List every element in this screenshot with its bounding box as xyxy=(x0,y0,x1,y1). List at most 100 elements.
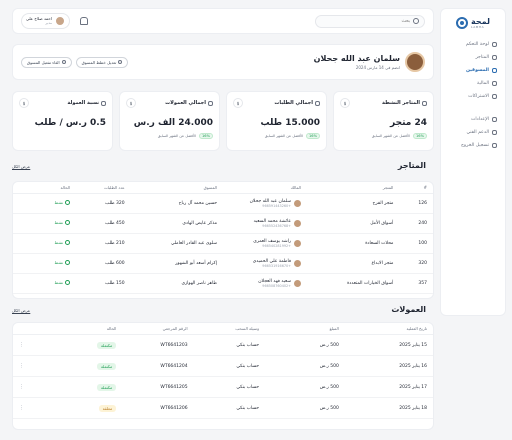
bell-icon[interactable] xyxy=(79,17,88,25)
table-row[interactable]: 15 يناير 2025 500 ر.س حساب بنكي WT6641203 مك… xyxy=(13,334,433,356)
brand-sub: LAMHA xyxy=(471,24,485,29)
stat-value: 0.5 ر.س / طلب xyxy=(34,118,106,128)
owner-phone: +966540281992 xyxy=(262,244,292,249)
status-badge: مكتملة xyxy=(96,362,117,370)
store-name[interactable]: أسواق الخيارات المتعددة xyxy=(307,273,400,294)
page-title: سلمان عبد الله جحلان xyxy=(313,54,400,63)
search-input[interactable] xyxy=(321,18,411,24)
owner: سلمان عبد الله جحلان +966591443260 xyxy=(229,199,302,209)
store-id: 100 xyxy=(399,233,433,254)
stat-title: اجمالي الطلبات xyxy=(274,100,313,106)
status-cell: نشط xyxy=(13,253,77,274)
reference-number: WT6641206 xyxy=(122,397,194,419)
store-name[interactable]: محلات السعادة xyxy=(307,233,400,254)
table-row[interactable]: 357 أسواق الخيارات المتعددة سعيد فهد العجل… xyxy=(13,273,433,294)
stat-badge: $ xyxy=(340,98,350,108)
amount: 500 ر.س xyxy=(265,376,345,398)
sidebar-item-marketers[interactable]: المسوقين xyxy=(447,65,499,76)
change-badge: 16% xyxy=(199,133,213,139)
user-area: احمد صلاح علي مدير xyxy=(21,13,88,29)
more-options-icon[interactable]: ⋮ xyxy=(13,355,35,377)
table-row[interactable]: 320 متجر الابداع فاطمة علي الحميدي +9665319… xyxy=(13,253,433,274)
operation-date: 16 يناير 2025 xyxy=(344,355,433,377)
orders-count: 150 طلب xyxy=(76,273,131,294)
store-icon xyxy=(422,100,427,106)
marketer-profile: سلمان عبد الله جحلان انضم في 14 مارس 202… xyxy=(12,44,434,80)
more-options-icon[interactable]: ⋮ xyxy=(13,334,35,356)
store-name[interactable]: متجر الفرح xyxy=(307,193,400,214)
edit-plans-label: تعديل خطط المسوق xyxy=(81,59,117,65)
stat-card-total-orders: اجمالي الطلبات $ 15.000 طلب 16% الأفضل عن… xyxy=(226,91,327,151)
owner: عائشة محمد السعيد +966552436768 xyxy=(229,219,302,229)
status-badge: نشط xyxy=(54,280,71,285)
sidebar-item-finance[interactable]: المالية xyxy=(447,78,499,89)
stat-note: الأفضل عن الشهر السابق xyxy=(371,134,410,138)
stats-row: المتاجر النشطة $ 24 متجر 16% الأفضل عن ال… xyxy=(12,91,434,151)
status-badge: مكتملة xyxy=(96,383,117,391)
sidebar-item-dashboard[interactable]: لوحة التحكم xyxy=(447,39,499,50)
user-menu[interactable]: احمد صلاح علي مدير xyxy=(21,13,70,29)
status-label: نشط xyxy=(54,260,64,265)
store-icon xyxy=(492,55,497,60)
column-header: # xyxy=(399,182,433,194)
percent-icon xyxy=(101,100,106,106)
status-cell: مكتملة xyxy=(34,334,123,356)
avatar xyxy=(294,200,302,207)
owner-cell: راشد يوسف العمري +966540281992 xyxy=(223,233,308,254)
table-row[interactable]: 100 محلات السعادة راشد يوسف العمري +9665402… xyxy=(13,233,433,254)
sidebar-item-stores[interactable]: المتاجر xyxy=(447,52,499,63)
commissions-table: تاريخ العملية المبلغ وسيلة السحب الرقم ا… xyxy=(12,322,434,430)
column-header: وسيلة السحب xyxy=(193,323,266,335)
deactivate-label: الغاء تفعيل المسوق xyxy=(27,59,60,65)
table-row[interactable]: 126 متجر الفرح سلمان عبد الله جحلان +966591… xyxy=(13,193,433,214)
edit-icon xyxy=(118,60,123,64)
sidebar-item-logout[interactable]: تسجيل الخروج xyxy=(447,140,499,151)
sidebar-item-label: المتاجر xyxy=(475,55,490,60)
stores-section-title: المتاجر xyxy=(397,161,426,170)
table-header-row: # المتجر المالك المسوق عدد الطلبات الحال… xyxy=(13,182,433,194)
column-header: الحالة xyxy=(13,182,77,194)
owner-info: عائشة محمد السعيد +966552436768 xyxy=(254,219,291,229)
deactivate-button[interactable]: الغاء تفعيل المسوق xyxy=(21,56,72,68)
stores-show-all-link[interactable]: عرض الكل xyxy=(12,164,30,169)
join-date: انضم في 14 مارس 2024 xyxy=(355,65,400,70)
brand-logo[interactable]: لمحة LAMHA xyxy=(447,17,499,29)
table-row[interactable]: 240 أسواق الأمل عائشة محمد السعيد +96655243… xyxy=(13,213,433,234)
coin-icon xyxy=(208,100,213,106)
edit-plans-button[interactable]: تعديل خطط المسوق xyxy=(75,56,129,68)
gear-icon xyxy=(492,117,497,122)
orders-count: 320 طلب xyxy=(76,193,131,214)
sidebar-item-label: الدعم الفني xyxy=(466,130,489,135)
status-badge: نشط xyxy=(54,260,71,265)
avatar xyxy=(294,220,302,227)
owner-phone: +966591443260 xyxy=(262,204,292,209)
sidebar-item-label: الإعدادات xyxy=(471,117,489,122)
status-label: نشط xyxy=(54,280,64,285)
column-header: الحالة xyxy=(34,323,123,335)
orders-count: 600 طلب xyxy=(76,253,131,274)
table-header-row: تاريخ العملية المبلغ وسيلة السحب الرقم ا… xyxy=(13,323,433,335)
sidebar-item-support[interactable]: الدعم الفني xyxy=(447,127,499,138)
marketer-name: مذكر عايض الهادي xyxy=(130,213,224,234)
more-options-icon[interactable]: ⋮ xyxy=(13,397,35,419)
store-name[interactable]: أسواق الأمل xyxy=(307,213,400,234)
more-options-icon[interactable]: ⋮ xyxy=(13,376,35,398)
commissions-show-all-link[interactable]: عرض الكل xyxy=(12,308,30,313)
table-row[interactable]: 18 يناير 2025 500 ر.س حساب بنكي WT6641206 مع… xyxy=(13,397,433,419)
check-icon xyxy=(65,260,71,265)
commissions-section-title: العمولات xyxy=(391,305,426,314)
wallet-icon xyxy=(492,81,497,86)
status-cell: معلقة xyxy=(34,397,123,419)
stat-title: اجمالي العمولات xyxy=(165,100,206,106)
status-badge: نشط xyxy=(55,200,71,205)
stat-title: نسبة العمولة xyxy=(67,100,99,106)
search-box[interactable] xyxy=(315,14,425,28)
sidebar-item-settings[interactable]: الإعدادات xyxy=(447,114,499,125)
table-row[interactable]: 16 يناير 2025 500 ر.س حساب بنكي WT6641204 مك… xyxy=(13,355,433,377)
status-cell: نشط xyxy=(13,193,77,214)
sidebar-item-subscriptions[interactable]: الاشتراكات xyxy=(447,91,499,102)
store-name[interactable]: متجر الابداع xyxy=(307,253,400,274)
block-icon xyxy=(61,60,66,64)
table-row[interactable]: 17 يناير 2025 500 ر.س حساب بنكي WT6641205 مك… xyxy=(13,376,433,398)
sidebar-item-label: تسجيل الخروج xyxy=(460,143,489,148)
